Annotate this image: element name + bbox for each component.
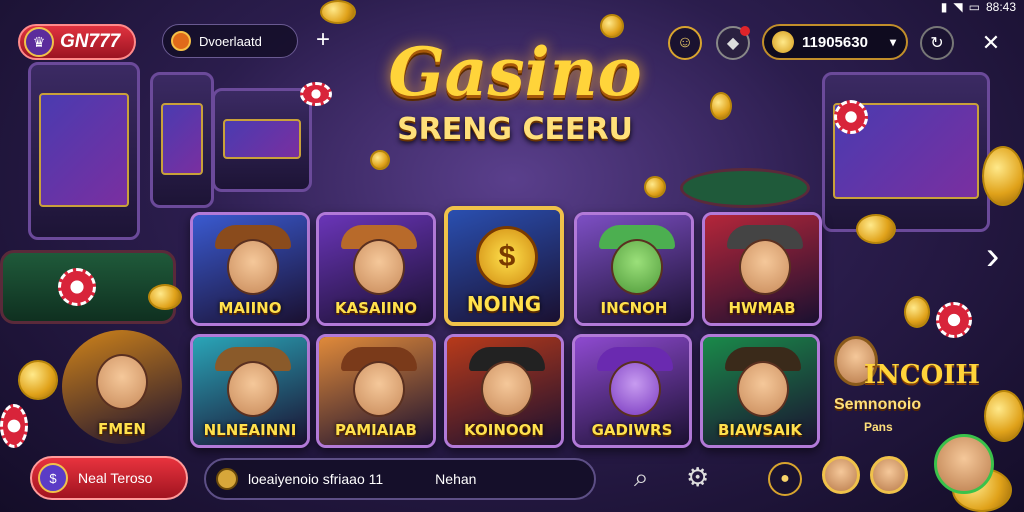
hero-title: Gasino [388, 33, 642, 111]
promo-title: INCOIH [864, 360, 980, 390]
coin-shop-button[interactable]: ● [768, 462, 802, 496]
bell-icon: ◆ [726, 35, 740, 52]
brand-logo-button[interactable]: ♛ GN777 [18, 24, 137, 60]
coin-icon [772, 31, 794, 53]
game-tile-label: INCNOH [600, 299, 668, 317]
balance-value: 11905630 [802, 33, 868, 51]
character-face-icon [481, 361, 533, 417]
game-tile[interactable]: INCNOH [574, 212, 694, 326]
battery-icon: ▭ [968, 0, 980, 14]
chevron-right-icon[interactable]: › [986, 236, 999, 276]
chat-send-label[interactable]: Nehan [435, 471, 476, 487]
character-face-icon [227, 239, 279, 295]
status-time: 88:43 [985, 0, 1016, 14]
search-icon [171, 31, 191, 51]
coin-decoration [320, 0, 356, 24]
cat-face-icon [609, 361, 661, 417]
search-field[interactable]: Dvoerlaatd [162, 24, 298, 58]
coin-decoration [370, 150, 390, 170]
character-face-icon [96, 354, 148, 410]
chip-decoration [58, 268, 96, 306]
chat-text: loeaiyenoio sfriaao 11 [248, 471, 384, 487]
brand-badge-icon: ♛ [24, 27, 54, 57]
chip-decoration [936, 302, 972, 338]
game-tile-label: GADIWRS [591, 421, 673, 439]
game-tile[interactable]: HWMAB [702, 212, 822, 326]
search-value: Dvoerlaatd [199, 33, 262, 49]
game-tile[interactable]: MAIINO [190, 212, 310, 326]
game-tile-label: NOING [466, 292, 542, 316]
refresh-button[interactable]: ↻ [920, 26, 954, 60]
game-tile[interactable]: KOINOON [444, 334, 564, 448]
coin-decoration [982, 146, 1024, 206]
game-tile-label: PAMIAIAB [335, 421, 417, 439]
game-tile[interactable]: PAMIAIAB [316, 334, 436, 448]
search-icon[interactable]: ⌕ [634, 462, 649, 494]
character-face-icon [737, 361, 789, 417]
game-tile[interactable]: KASAIINO [316, 212, 436, 326]
emoji-button[interactable]: ☺ [668, 26, 702, 60]
game-tile[interactable]: GADIWRS [572, 334, 692, 448]
notification-dot-icon [740, 26, 750, 36]
promo-line-2: Pans [864, 420, 893, 434]
bonus-button[interactable]: $ Neal Teroso [30, 456, 188, 500]
game-tile-label: HWMAB [728, 299, 796, 317]
character-face-icon [353, 361, 405, 417]
coin-decoration [984, 390, 1024, 442]
chip-decoration [300, 82, 332, 106]
game-tile-label: BIAWSAIK [717, 421, 803, 439]
game-tile[interactable]: BIAWSAIK [700, 334, 820, 448]
chat-input[interactable]: loeaiyenoio sfriaao 11 Nehan [204, 458, 596, 500]
wifi-icon: ◥ [953, 0, 963, 14]
add-button[interactable]: + [316, 26, 330, 54]
hero-subtitle: SRENG CEERU [397, 112, 633, 147]
character-face-icon [353, 239, 405, 295]
player-avatar[interactable] [822, 456, 860, 494]
chevron-down-icon: ▾ [889, 35, 896, 49]
side-promo-banner[interactable]: INCOIH Semnonoio Pans [834, 336, 980, 440]
game-tile-label: FMEN [98, 420, 146, 438]
game-tile-label: KOINOON [464, 421, 544, 439]
emoji-icon: ☺ [676, 34, 694, 51]
game-tile-label: KASAIINO [334, 299, 418, 317]
goblin-face-icon [611, 239, 663, 295]
jackpot-emblem-icon: $ [476, 226, 538, 288]
refresh-icon: ↻ [930, 35, 944, 52]
player-avatar[interactable] [870, 456, 908, 494]
background-table-right [680, 168, 810, 208]
chip-decoration [834, 100, 868, 134]
game-tile[interactable]: NLNEAINNI [190, 334, 310, 448]
background-slot-machine-left-2 [150, 72, 214, 208]
background-slot-machine-right [822, 72, 990, 232]
game-tile-featured[interactable]: $ NOING [444, 206, 564, 326]
background-slot-machine-left [28, 62, 140, 240]
coin-shop-icon: ● [780, 470, 790, 487]
character-face-icon [739, 239, 791, 295]
dollar-icon: $ [38, 463, 68, 493]
game-tile-label: NLNEAINNI [203, 421, 297, 439]
coin-decoration [710, 92, 732, 120]
settings-tools-button[interactable]: ✕ [974, 26, 1008, 60]
coin-decoration [904, 296, 930, 328]
coin-decoration [644, 176, 666, 198]
brand-name: GN777 [60, 31, 121, 52]
chip-decoration [0, 404, 28, 448]
chat-coin-icon [216, 468, 238, 490]
user-profile-avatar[interactable] [934, 434, 994, 494]
coin-decoration [18, 360, 58, 400]
promo-line-1: Semnonoio [834, 396, 922, 413]
tools-icon: ✕ [981, 30, 1001, 55]
coin-decoration [856, 214, 896, 244]
character-face-icon [227, 361, 279, 417]
game-tile-label: MAIINO [218, 299, 282, 317]
game-tile[interactable]: FMEN [62, 330, 182, 444]
background-slot-machine-left-3 [212, 88, 312, 192]
gear-icon[interactable]: ⚙ [686, 462, 709, 493]
notification-button[interactable]: ◆ [716, 26, 750, 60]
coin-decoration [148, 284, 182, 310]
signal-icon: ▮ [940, 0, 948, 14]
balance-dropdown[interactable]: 11905630 ▾ [762, 24, 908, 60]
status-bar: ▮ ◥ ▭ 88:43 [941, 0, 1016, 14]
bonus-label: Neal Teroso [78, 470, 153, 486]
